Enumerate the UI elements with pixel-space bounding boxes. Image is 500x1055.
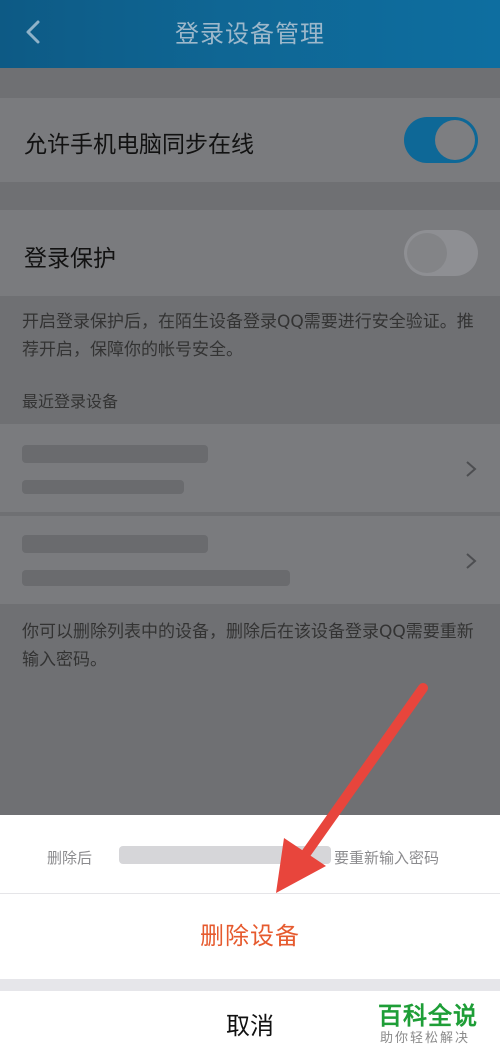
login-protection-toggle[interactable] [404,230,478,276]
toggle-knob [407,233,447,273]
action-sheet-message: 删除后 要重新输入密码 [0,815,500,893]
sync-online-toggle[interactable] [404,117,478,163]
login-protection-description: 开启登录保护后，在陌生设备登录QQ需要进行安全验证。推荐开启，保障你的帐号安全。 [22,312,474,360]
device-name-redacted [22,445,208,463]
sync-online-label: 允许手机电脑同步在线 [24,132,254,158]
screen: 登录设备管理 允许手机电脑同步在线 登录保护 开启登录保护后，在陌生设备登录QQ… [0,0,500,1055]
page-title: 登录设备管理 [175,20,325,48]
message-redacted [119,846,331,864]
recent-devices-title: 最近登录设备 [22,392,119,411]
delete-device-label: 删除设备 [200,922,300,950]
delete-device-button[interactable]: 删除设备 [0,894,500,979]
device-detail-redacted [22,570,290,586]
watermark-main-text: 百科全说 [378,1002,478,1030]
watermark-logo: 百科全说 助你轻松解决 [372,996,492,1050]
device-name-redacted [22,535,208,553]
login-protection-row[interactable]: 登录保护 [0,210,500,296]
device-item[interactable] [0,424,500,512]
message-prefix: 删除后 [47,849,93,867]
sync-online-row[interactable]: 允许手机电脑同步在线 [0,98,500,182]
toggle-knob [435,120,475,160]
chevron-right-icon [466,461,477,477]
chevron-right-icon [466,553,477,569]
devices-footer-note: 你可以删除列表中的设备，删除后在该设备登录QQ需要重新输入密码。 [22,622,474,670]
sheet-separator [0,979,500,991]
message-suffix: 要重新输入密码 [334,849,440,867]
device-detail-redacted [22,480,184,494]
login-protection-label: 登录保护 [24,246,116,272]
nav-bar: 登录设备管理 [0,0,500,68]
device-item[interactable] [0,516,500,604]
watermark-sub-text: 助你轻松解决 [380,1031,471,1046]
